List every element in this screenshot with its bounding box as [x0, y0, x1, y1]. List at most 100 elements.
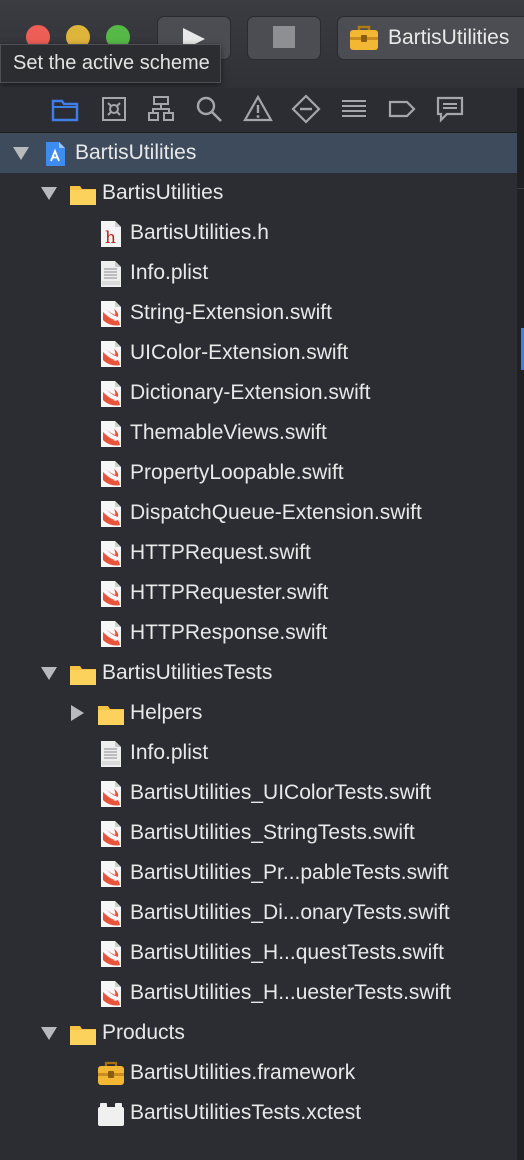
swift-icon — [97, 620, 125, 648]
folder-icon — [69, 1020, 97, 1048]
issue-navigator-icon[interactable] — [243, 94, 273, 124]
tree-item-label: BartisUtilities_H...uesterTests.swift — [130, 981, 451, 1004]
swift-icon — [97, 500, 125, 528]
tree-file-row[interactable]: BartisUtilities_UIColorTests.swift — [0, 773, 517, 813]
tree-item-label: Helpers — [130, 701, 203, 724]
debug-navigator-icon[interactable] — [339, 94, 369, 124]
tree-item-label: BartisUtilities_UIColorTests.swift — [130, 781, 432, 804]
tree-file-row[interactable]: BartisUtilities.framework — [0, 1053, 517, 1093]
swift-icon — [97, 340, 125, 368]
divider — [517, 188, 524, 189]
swift-icon — [97, 780, 125, 808]
tree-file-row[interactable]: HTTPRequester.swift — [0, 573, 517, 613]
tree-group-row[interactable]: BartisUtilities — [0, 173, 517, 213]
stop-button[interactable] — [247, 16, 321, 60]
tree-group-row[interactable]: Products — [0, 1013, 517, 1053]
tree-file-row[interactable]: String-Extension.swift — [0, 293, 517, 333]
tree-file-row[interactable]: BartisUtilitiesTests.xctest — [0, 1093, 517, 1133]
swift-icon — [97, 980, 125, 1008]
swift-icon — [97, 940, 125, 968]
tree-item-label: DispatchQueue-Extension.swift — [130, 501, 422, 524]
tree-file-row[interactable]: BartisUtilities_Di...onaryTests.swift — [0, 893, 517, 933]
tree-file-row[interactable]: PropertyLoopable.swift — [0, 453, 517, 493]
symbol-navigator-icon[interactable] — [146, 94, 176, 124]
tree-item-label: BartisUtilities.framework — [130, 1061, 356, 1084]
swift-icon — [97, 820, 125, 848]
tree-item-label: BartisUtilities_Pr...pableTests.swift — [130, 861, 449, 884]
tree-item-label: BartisUtilities — [102, 181, 224, 204]
tree-group-row[interactable]: Helpers — [0, 693, 517, 733]
xctest-icon — [97, 1100, 125, 1128]
stop-icon — [273, 26, 295, 48]
tree-file-row[interactable]: Info.plist — [0, 253, 517, 293]
tree-item-label: Info.plist — [130, 261, 209, 284]
find-navigator-icon[interactable] — [194, 94, 224, 124]
tree-item-label: BartisUtilitiesTests.xctest — [130, 1101, 362, 1124]
tree-item-label: BartisUtilities_Di...onaryTests.swift — [130, 901, 450, 924]
swift-icon — [97, 380, 125, 408]
disclosure-open-icon[interactable] — [40, 664, 58, 682]
editor-edge — [517, 88, 524, 1160]
project-icon — [41, 140, 69, 168]
tree-file-row[interactable]: HTTPRequest.swift — [0, 533, 517, 573]
plist-icon — [97, 260, 125, 288]
tree-item-label: BartisUtilitiesTests — [102, 661, 273, 684]
disclosure-open-icon[interactable] — [40, 1024, 58, 1042]
disclosure-open-icon[interactable] — [40, 184, 58, 202]
tree-item-label: Info.plist — [130, 741, 209, 764]
tree-file-row[interactable]: BartisUtilities_Pr...pableTests.swift — [0, 853, 517, 893]
tree-item-label: HTTPRequest.swift — [130, 541, 311, 564]
folder-icon — [97, 700, 125, 728]
swift-icon — [97, 580, 125, 608]
scheme-selector[interactable]: BartisUtilities — [337, 16, 524, 60]
swift-icon — [97, 300, 125, 328]
tree-file-row[interactable]: ThemableViews.swift — [0, 413, 517, 453]
navigator-tab-bar — [0, 88, 517, 133]
svg-text:h: h — [105, 228, 116, 248]
report-navigator-icon[interactable] — [435, 94, 465, 124]
tree-file-row[interactable]: BartisUtilities_StringTests.swift — [0, 813, 517, 853]
swift-icon — [97, 900, 125, 928]
tree-group-row[interactable]: BartisUtilitiesTests — [0, 653, 517, 693]
tree-item-label: BartisUtilities.h — [130, 221, 269, 244]
tree-item-label: BartisUtilities_H...questTests.swift — [130, 941, 444, 964]
project-navigator-icon[interactable] — [50, 94, 80, 124]
tree-project-row[interactable]: BartisUtilities — [0, 133, 517, 173]
header-icon: h — [97, 220, 125, 248]
tree-file-row[interactable]: HTTPResponse.swift — [0, 613, 517, 653]
tree-item-label: BartisUtilities_StringTests.swift — [130, 821, 415, 844]
tree-file-row[interactable]: Dictionary-Extension.swift — [0, 373, 517, 413]
swift-icon — [97, 860, 125, 888]
tree-item-label: String-Extension.swift — [130, 301, 332, 324]
tree-item-label: ThemableViews.swift — [130, 421, 327, 444]
swift-icon — [97, 420, 125, 448]
folder-icon — [69, 660, 97, 688]
swift-icon — [97, 460, 125, 488]
disclosure-closed-icon[interactable] — [68, 704, 86, 722]
toolbox-icon — [350, 25, 378, 50]
tree-item-label: HTTPResponse.swift — [130, 621, 328, 644]
folder-icon — [69, 180, 97, 208]
tree-file-row[interactable]: UIColor-Extension.swift — [0, 333, 517, 373]
tree-file-row[interactable]: Info.plist — [0, 733, 517, 773]
framework-icon — [97, 1060, 125, 1088]
source-control-navigator-icon[interactable] — [99, 94, 129, 124]
tree-file-row[interactable]: DispatchQueue-Extension.swift — [0, 493, 517, 533]
tree-item-label: Products — [102, 1021, 185, 1044]
plist-icon — [97, 740, 125, 768]
tooltip: Set the active scheme — [0, 44, 221, 83]
tree-item-label: BartisUtilities — [75, 141, 197, 164]
scheme-label: BartisUtilities — [388, 26, 510, 49]
tree-item-label: HTTPRequester.swift — [130, 581, 329, 604]
disclosure-open-icon[interactable] — [12, 144, 30, 162]
test-navigator-icon[interactable] — [291, 94, 321, 124]
tree-file-row[interactable]: BartisUtilities_H...uesterTests.swift — [0, 973, 517, 1013]
breakpoint-navigator-icon[interactable] — [387, 94, 417, 124]
toolbar: BartisUtilities Set the active scheme — [0, 0, 524, 89]
tree-file-row[interactable]: BartisUtilities_H...questTests.swift — [0, 933, 517, 973]
tree-file-row[interactable]: h BartisUtilities.h — [0, 213, 517, 253]
tree-item-label: UIColor-Extension.swift — [130, 341, 349, 364]
swift-icon — [97, 540, 125, 568]
tree-item-label: Dictionary-Extension.swift — [130, 381, 371, 404]
tree-item-label: PropertyLoopable.swift — [130, 461, 344, 484]
